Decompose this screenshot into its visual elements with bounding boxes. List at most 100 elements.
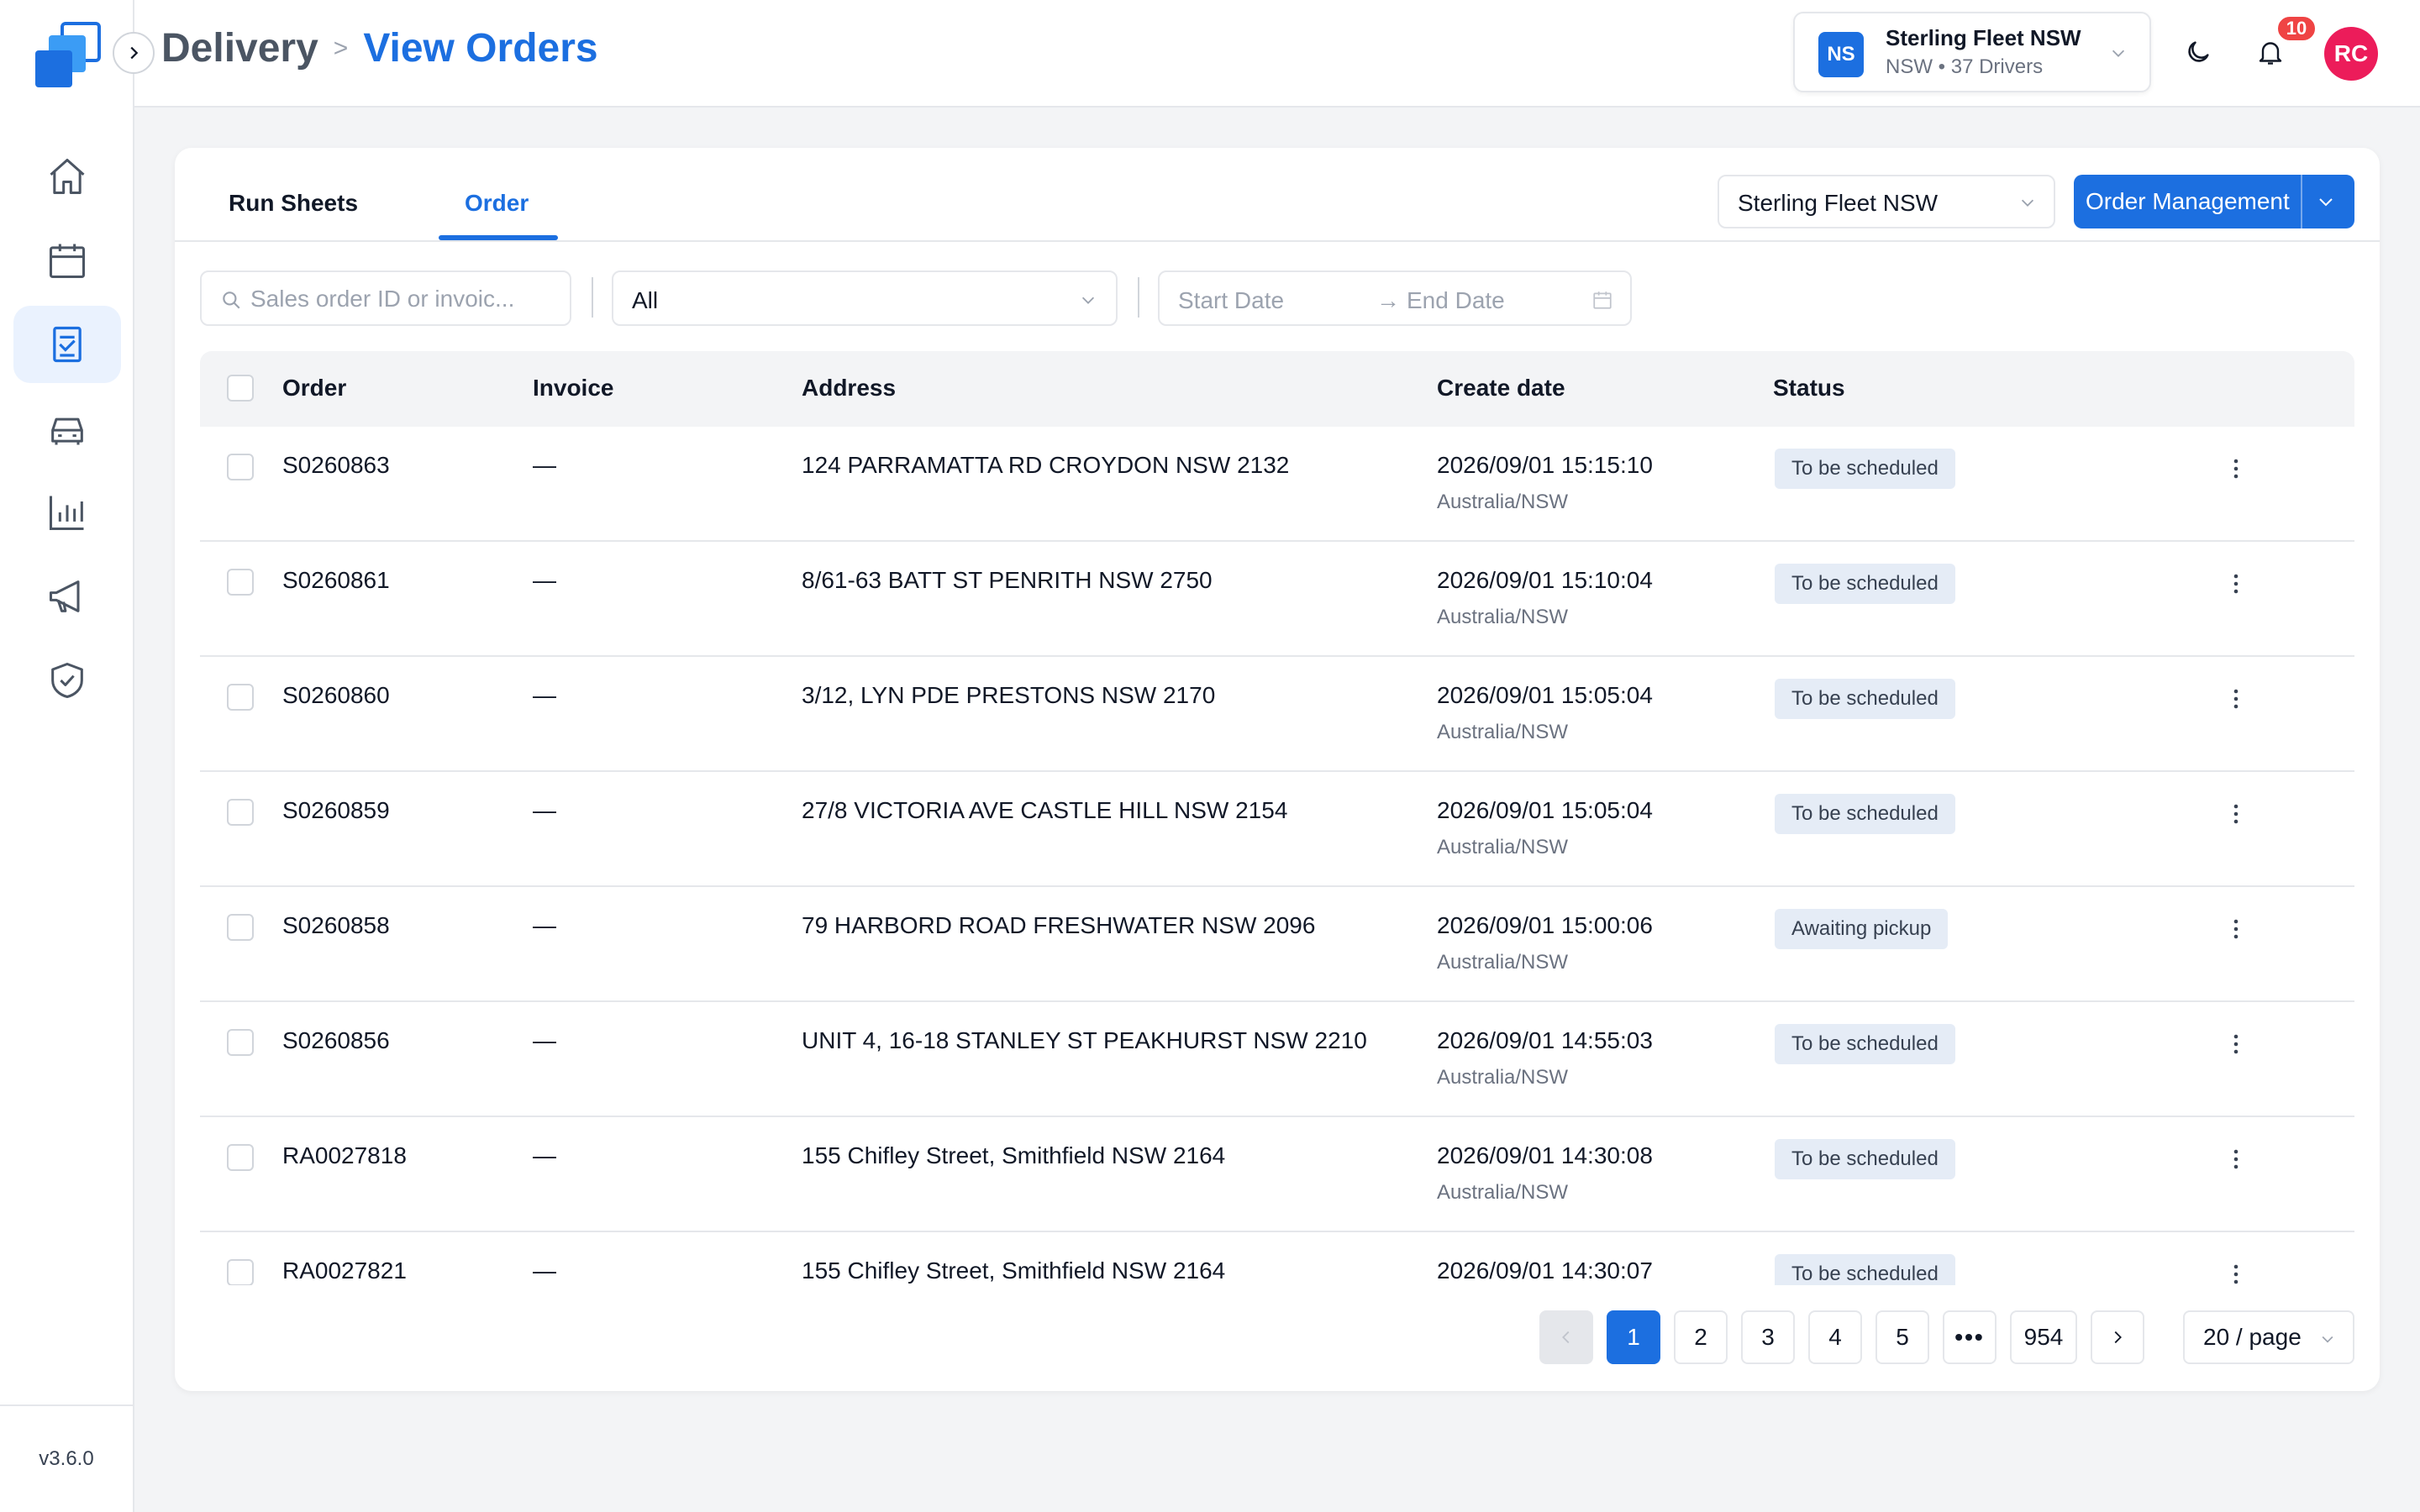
row-checkbox[interactable]: [227, 569, 254, 596]
row-actions-button[interactable]: [2223, 1142, 2249, 1176]
row-checkbox[interactable]: [227, 1029, 254, 1056]
pagination-page-4[interactable]: 4: [1808, 1310, 1862, 1364]
row-actions-button[interactable]: [2223, 567, 2249, 601]
table-row[interactable]: S0260858 — 79 HARBORD ROAD FRESHWATER NS…: [200, 887, 2354, 1002]
address-cell: 155 Chifley Street, Smithfield NSW 2164: [802, 1142, 1226, 1168]
sidebar-item-orders[interactable]: [13, 306, 121, 383]
sidebar-item-reports[interactable]: [13, 474, 121, 551]
timezone-cell: Australia/NSW: [1437, 606, 1569, 628]
bell-icon: [2259, 42, 2282, 65]
table-row[interactable]: RA0027821 — 155 Chifley Street, Smithfie…: [200, 1232, 2354, 1285]
select-all-checkbox[interactable]: [227, 375, 254, 402]
timezone-cell: Australia/NSW: [1437, 1066, 1569, 1089]
create-date-cell: 2026/09/01 14:30:07: [1437, 1257, 1653, 1284]
chevron-down-icon[interactable]: [2316, 192, 2336, 212]
pagination-ellipsis[interactable]: •••: [1943, 1310, 1996, 1364]
timezone-cell: Australia/NSW: [1437, 721, 1569, 743]
create-date-cell: 2026/09/01 15:10:04: [1437, 567, 1653, 593]
sidebar-item-marketing[interactable]: [13, 558, 121, 635]
table-row[interactable]: S0260860 — 3/12, LYN PDE PRESTONS NSW 21…: [200, 657, 2354, 772]
row-checkbox[interactable]: [227, 454, 254, 480]
order-id[interactable]: S0260859: [282, 797, 390, 824]
column-header-order: Order: [282, 375, 347, 401]
row-checkbox[interactable]: [227, 1144, 254, 1171]
order-management-button[interactable]: Order Management: [2074, 175, 2354, 228]
search-input[interactable]: [250, 282, 561, 316]
sidebar-item-calendar[interactable]: [13, 222, 121, 299]
row-actions-button[interactable]: [2223, 912, 2249, 946]
pagination-page-5[interactable]: 5: [1876, 1310, 1929, 1364]
row-checkbox[interactable]: [227, 1259, 254, 1285]
user-avatar[interactable]: RC: [2324, 27, 2378, 81]
table-row[interactable]: S0260863 — 124 PARRAMATTA RD CROYDON NSW…: [200, 427, 2354, 542]
row-actions-button[interactable]: [2223, 1257, 2249, 1285]
row-checkbox[interactable]: [227, 799, 254, 826]
tab-run-sheets[interactable]: Run Sheets: [229, 190, 358, 217]
page-title: View Orders: [363, 26, 598, 71]
invoice-cell: —: [533, 1257, 556, 1284]
tab-order[interactable]: Order: [465, 190, 529, 217]
pagination-page-2[interactable]: 2: [1674, 1310, 1728, 1364]
pagination-page-1[interactable]: 1: [1607, 1310, 1660, 1364]
status-badge: To be scheduled: [1775, 794, 1955, 834]
table-row[interactable]: S0260861 — 8/61-63 BATT ST PENRITH NSW 2…: [200, 542, 2354, 657]
sidebar: v3.6.0: [0, 0, 134, 1512]
orders-card: Run Sheets Order Sterling Fleet NSW Orde…: [175, 148, 2380, 1391]
app-version: v3.6.0: [0, 1404, 133, 1512]
order-id[interactable]: S0260858: [282, 912, 390, 939]
chevron-right-icon: [2114, 1331, 2122, 1344]
org-switcher[interactable]: NS Sterling Fleet NSW NSW • 37 Drivers: [1793, 12, 2151, 92]
row-actions-button[interactable]: [2223, 1027, 2249, 1061]
row-actions-button[interactable]: [2223, 797, 2249, 831]
range-arrow: →: [1376, 287, 1400, 313]
order-id[interactable]: S0260863: [282, 452, 390, 479]
theme-toggle-button[interactable]: [2180, 34, 2217, 71]
more-vertical-icon: [2233, 804, 2238, 824]
row-checkbox[interactable]: [227, 914, 254, 941]
more-vertical-icon: [2233, 919, 2238, 939]
timezone-cell: Australia/NSW: [1437, 491, 1569, 513]
pagination-prev-button[interactable]: [1539, 1310, 1593, 1364]
pagination-page-last[interactable]: 954: [2010, 1310, 2077, 1364]
filter-divider: [1138, 277, 1139, 318]
address-cell: UNIT 4, 16-18 STANLEY ST PEAKHURST NSW 2…: [802, 1027, 1367, 1053]
order-id[interactable]: RA0027821: [282, 1257, 407, 1284]
order-id[interactable]: S0260856: [282, 1027, 390, 1054]
filter-divider: [592, 277, 593, 318]
column-header-address: Address: [802, 375, 897, 401]
page-size-value: 20 / page: [2203, 1324, 2302, 1350]
table-row[interactable]: S0260859 — 27/8 VICTORIA AVE CASTLE HILL…: [200, 772, 2354, 887]
shield-check-icon: [51, 662, 83, 699]
date-range-picker[interactable]: Start Date → End Date: [1158, 270, 1632, 326]
sidebar-item-home[interactable]: [13, 138, 121, 215]
page-size-select[interactable]: 20 / page: [2183, 1310, 2354, 1364]
app-logo[interactable]: [30, 22, 104, 92]
pagination-next-button[interactable]: [2091, 1310, 2144, 1364]
table-row[interactable]: RA0027818 — 155 Chifley Street, Smithfie…: [200, 1117, 2354, 1232]
status-filter-select[interactable]: All: [612, 270, 1118, 326]
invoice-cell: —: [533, 797, 556, 823]
order-id[interactable]: S0260861: [282, 567, 390, 594]
sidebar-toggle-button[interactable]: [113, 32, 155, 74]
pagination-page-3[interactable]: 3: [1741, 1310, 1795, 1364]
create-date-cell: 2026/09/01 15:05:04: [1437, 682, 1653, 708]
row-actions-button[interactable]: [2223, 682, 2249, 716]
status-badge: To be scheduled: [1775, 679, 1955, 719]
breadcrumb-parent[interactable]: Delivery: [161, 25, 318, 71]
row-actions-button[interactable]: [2223, 452, 2249, 486]
start-date-input[interactable]: Start Date: [1178, 287, 1284, 314]
table-row[interactable]: S0260856 — UNIT 4, 16-18 STANLEY ST PEAK…: [200, 1002, 2354, 1117]
sidebar-item-security[interactable]: [13, 642, 121, 719]
row-checkbox[interactable]: [227, 684, 254, 711]
search-field[interactable]: [200, 270, 571, 326]
invoice-cell: —: [533, 567, 556, 593]
address-cell: 27/8 VICTORIA AVE CASTLE HILL NSW 2154: [802, 797, 1288, 823]
vehicle-icon: [51, 417, 83, 445]
status-filter-value: All: [632, 287, 659, 313]
orders-table: Order Invoice Address Create date Status…: [200, 351, 2354, 1285]
order-id[interactable]: RA0027818: [282, 1142, 407, 1169]
fleet-select[interactable]: Sterling Fleet NSW: [1718, 175, 2055, 228]
order-id[interactable]: S0260860: [282, 682, 390, 709]
sidebar-item-vehicles[interactable]: [13, 390, 121, 467]
end-date-input[interactable]: End Date: [1407, 287, 1505, 314]
